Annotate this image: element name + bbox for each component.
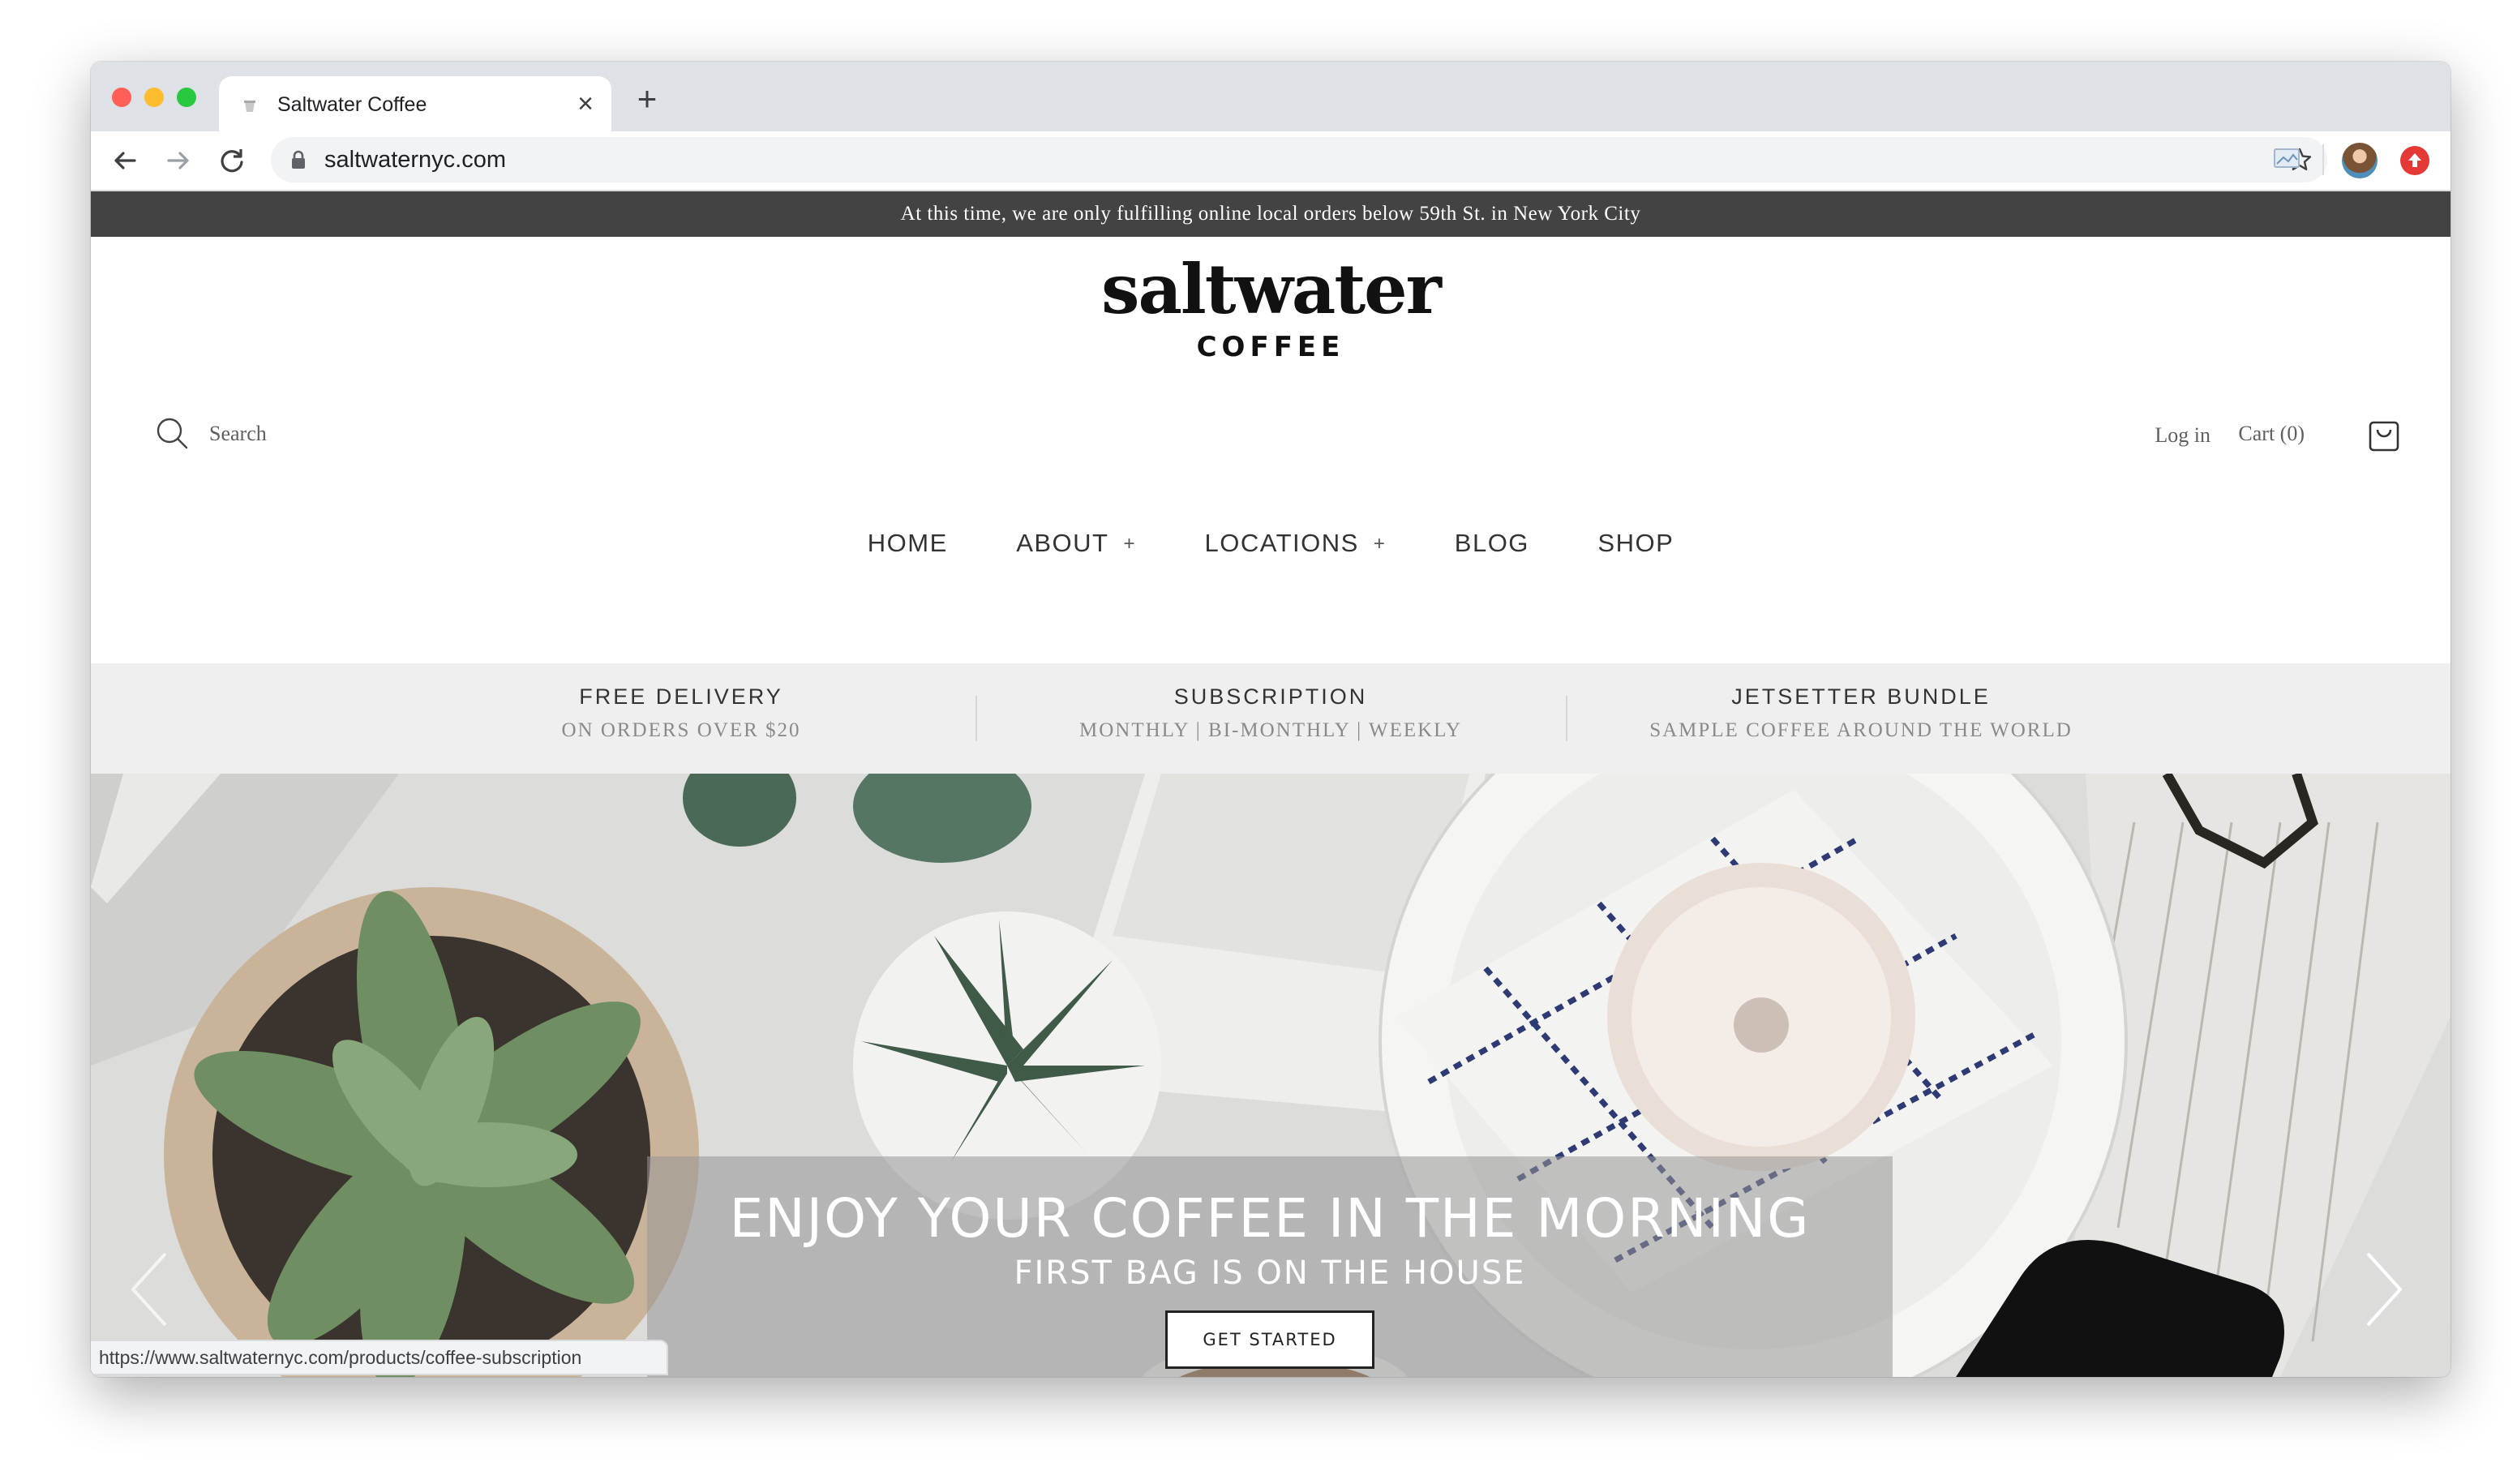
- browser-tab[interactable]: Saltwater Coffee ×: [219, 76, 611, 131]
- lock-icon: [292, 150, 305, 169]
- promo-title: FREE DELIVERY: [579, 684, 783, 709]
- profile-avatar[interactable]: [2342, 143, 2378, 178]
- link-status-bar: https://www.saltwaternyc.com/products/co…: [91, 1340, 668, 1375]
- reload-icon[interactable]: [214, 143, 250, 178]
- login-link[interactable]: Log in: [2155, 423, 2210, 448]
- chevron-right-icon[interactable]: [2361, 1249, 2407, 1330]
- nav-blog-label: BLOG: [1454, 529, 1529, 557]
- close-window-button[interactable]: [112, 88, 131, 107]
- slide-title: ENJOY YOUR COFFEE IN THE MORNING: [729, 1187, 1811, 1250]
- slide-caption-panel: ENJOY YOUR COFFEE IN THE MORNING FIRST B…: [647, 1156, 1893, 1377]
- announcement-bar: At this time, we are only fulfilling onl…: [91, 191, 2451, 237]
- back-arrow-icon[interactable]: [107, 143, 143, 178]
- site-logo[interactable]: saltwater COFFEE: [91, 253, 2451, 365]
- nav-blog[interactable]: BLOG: [1455, 529, 1529, 558]
- nav-locations-label: LOCATIONS: [1204, 529, 1359, 557]
- favicon-icon: [244, 101, 255, 112]
- browser-toolbar: saltwaternyc.com: [91, 131, 2451, 191]
- promo-subtitle: ON ORDERS OVER $20: [561, 719, 801, 741]
- hero-slideshow: ENJOY YOUR COFFEE IN THE MORNING FIRST B…: [91, 774, 2451, 1377]
- maximize-window-button[interactable]: [177, 88, 196, 107]
- promo-subtitle: MONTHLY | BI-MONTHLY | WEEKLY: [1078, 719, 1462, 741]
- minimize-window-button[interactable]: [144, 88, 164, 107]
- nav-home-label: HOME: [867, 529, 948, 557]
- chevron-left-icon[interactable]: [126, 1249, 172, 1330]
- promo-jetsetter[interactable]: JETSETTER BUNDLE SAMPLE COFFEE AROUND TH…: [1566, 663, 2156, 774]
- logo-subtitle: COFFEE: [1196, 331, 1345, 363]
- nav-about-label: ABOUT: [1016, 529, 1109, 557]
- nav-shop-label: SHOP: [1597, 529, 1674, 557]
- close-tab-icon[interactable]: ×: [571, 89, 600, 118]
- promo-free-delivery[interactable]: FREE DELIVERY ON ORDERS OVER $20: [386, 663, 976, 774]
- webpage: At this time, we are only fulfilling onl…: [91, 191, 2451, 1377]
- submenu-plus-icon: +: [1123, 533, 1137, 555]
- logo-wordmark: saltwater: [1101, 249, 1442, 329]
- cart-icon[interactable]: [2368, 415, 2400, 452]
- forward-arrow-icon[interactable]: [161, 143, 196, 178]
- get-started-button[interactable]: GET STARTED: [1165, 1310, 1374, 1369]
- nav-shop[interactable]: SHOP: [1597, 529, 1674, 558]
- address-bar[interactable]: saltwaternyc.com: [271, 137, 2327, 182]
- nav-locations[interactable]: LOCATIONS +: [1204, 529, 1386, 558]
- promo-title: SUBSCRIPTION: [1173, 684, 1368, 709]
- promo-subtitle: SAMPLE COFFEE AROUND THE WORLD: [1649, 719, 2073, 741]
- upload-extension-icon[interactable]: [2400, 146, 2429, 175]
- promo-subscription[interactable]: SUBSCRIPTION MONTHLY | BI-MONTHLY | WEEK…: [975, 663, 1566, 774]
- toolbar-divider: [2322, 144, 2324, 175]
- tab-strip: Saltwater Coffee × +: [91, 62, 2451, 131]
- url-text: saltwaternyc.com: [324, 147, 507, 173]
- search-label: Search: [209, 422, 267, 445]
- nav-about[interactable]: ABOUT +: [1016, 529, 1136, 558]
- nav-home[interactable]: HOME: [868, 529, 948, 558]
- promo-title: JETSETTER BUNDLE: [1731, 684, 1991, 709]
- promo-bar: FREE DELIVERY ON ORDERS OVER $20 SUBSCRI…: [91, 663, 2451, 774]
- search-icon: [157, 418, 188, 449]
- cart-link[interactable]: Cart (0): [2238, 422, 2305, 446]
- submenu-plus-icon: +: [1373, 533, 1387, 555]
- extension-icon[interactable]: [2272, 144, 2301, 174]
- main-navigation: HOME ABOUT + LOCATIONS + BLOG SHOP: [91, 529, 2451, 558]
- tab-title: Saltwater Coffee: [277, 93, 427, 116]
- slide-subtitle: FIRST BAG IS ON THE HOUSE: [1014, 1255, 1526, 1292]
- browser-window: Saltwater Coffee × + saltwaternyc.com At…: [91, 62, 2451, 1377]
- new-tab-button[interactable]: +: [631, 82, 663, 116]
